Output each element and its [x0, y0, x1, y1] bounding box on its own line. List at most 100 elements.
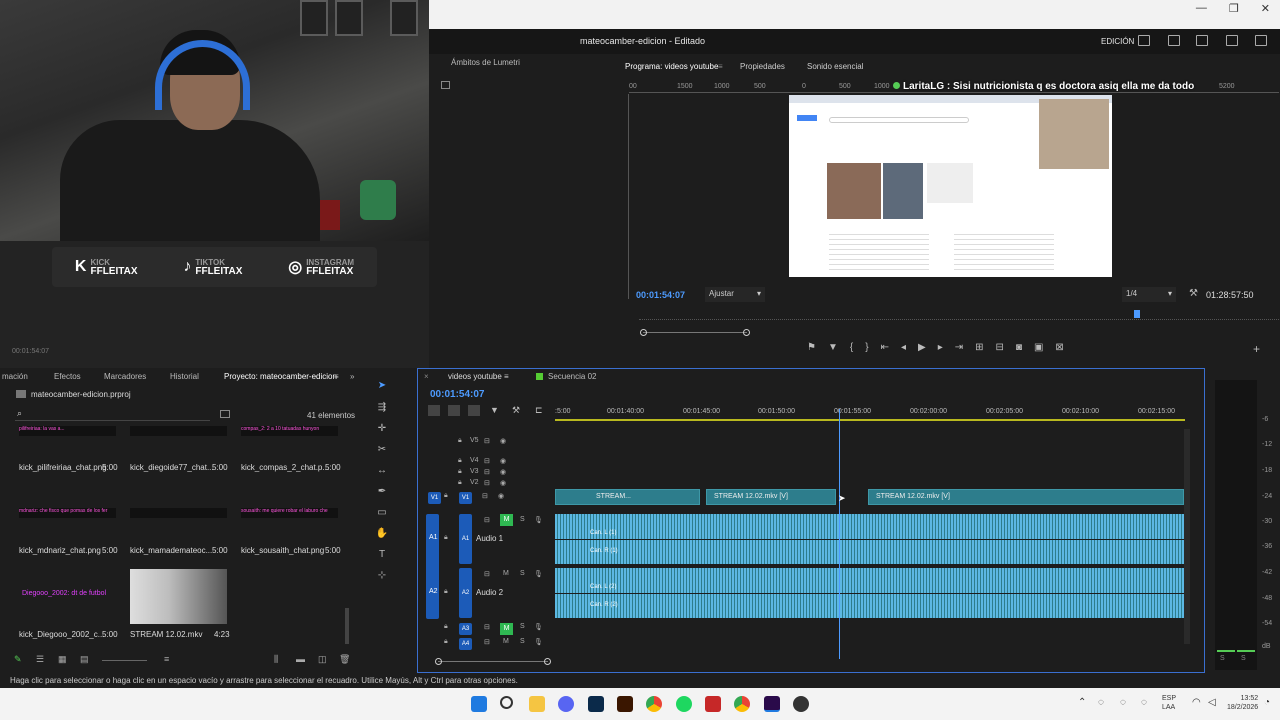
premiere-icon[interactable] [764, 696, 780, 712]
lock-icon[interactable]: 🔒︎ [444, 623, 448, 631]
go-to-in-icon[interactable]: ⇤ [881, 342, 889, 353]
sync-icon[interactable]: ⊟ [484, 623, 490, 631]
export-frame-icon[interactable]: ◙ [1016, 342, 1022, 353]
sync-icon[interactable]: ⊟ [484, 516, 490, 524]
wrench-icon[interactable]: ⚒ [1189, 288, 1198, 299]
timeline-ruler[interactable]: :5:00 00:01:40:00 00:01:45:00 00:01:50:0… [555, 406, 1185, 421]
track-target[interactable]: A4 [459, 638, 472, 650]
tray-icon[interactable]: ◌ [1141, 697, 1147, 708]
type-tool-icon[interactable]: T [375, 549, 389, 563]
track-header-a2[interactable]: A2 🔒︎ A2 ⊟ M S 🎙︎ Audio 2 [426, 568, 554, 618]
freeform-view-icon[interactable]: ▤ [80, 654, 89, 665]
workspace-label[interactable]: EDICIÓN [1101, 37, 1134, 46]
wifi-icon[interactable]: ◠ [1192, 697, 1201, 708]
eye-icon[interactable]: ◉ [498, 492, 504, 500]
lift-icon[interactable]: ⊞ [975, 342, 983, 353]
item-label[interactable]: kick_diegoide77_chat... [130, 463, 214, 472]
audio-clip-a2-right[interactable]: Can. R (2) [555, 594, 1184, 618]
tab-essential-sound[interactable]: Sonido esencial [807, 62, 863, 71]
tab-program[interactable]: Programa: videos youtube [625, 62, 718, 71]
solo-button[interactable]: S [520, 638, 525, 645]
menu-icon[interactable]: ≡ [504, 372, 509, 381]
sort-icon[interactable]: ≡ [164, 654, 169, 664]
timeline-playhead[interactable] [839, 409, 840, 659]
track-target[interactable]: A3 [459, 623, 472, 635]
video-clip[interactable]: STREAM 12.02.mkv [V] [868, 489, 1184, 505]
wrench-icon[interactable]: ⚒ [512, 405, 520, 416]
chat-thumbnail[interactable]: pilifreiriaa: la vas a... [19, 426, 116, 436]
item-label[interactable]: kick_mamademateoc... [130, 546, 212, 555]
source-patch-v1[interactable]: V1 [428, 492, 441, 504]
eye-icon[interactable]: ◉ [500, 437, 506, 445]
eye-icon[interactable]: ◉ [500, 468, 506, 476]
mic-icon[interactable]: 🎙︎ [534, 638, 543, 646]
new-bin-icon[interactable]: ▬ [296, 654, 305, 664]
vertical-scrollbar[interactable] [1184, 429, 1190, 644]
trash-icon[interactable]: 🗑 [339, 654, 350, 665]
settings-icon[interactable]: ⊠ [1055, 342, 1063, 353]
tab-effects[interactable]: Efectos [54, 372, 81, 381]
resolution-select[interactable]: 1/4 ▾ [1122, 287, 1176, 302]
project-search-input[interactable]: ⌕ [15, 408, 210, 421]
play-icon[interactable]: ▶ [918, 342, 926, 353]
list-view-icon[interactable]: ☰ [36, 654, 44, 665]
scrollbar[interactable] [345, 608, 349, 644]
mic-icon[interactable]: 🎙︎ [534, 570, 543, 578]
share-icon[interactable] [1168, 35, 1180, 46]
eye-icon[interactable]: ◉ [500, 479, 506, 487]
layout-icon[interactable] [1138, 35, 1150, 46]
chat-thumbnail[interactable]: Diegooo_2002: dt de futbol [22, 590, 106, 597]
tab-sequence-02[interactable]: Secuencia 02 [548, 372, 596, 381]
chat-thumbnail[interactable]: sousaith: me quiere robar el laburo che [241, 508, 338, 518]
sync-icon[interactable]: ⊟ [484, 457, 490, 465]
lock-icon[interactable]: 🔒︎ [444, 492, 448, 500]
horizontal-zoom-bar[interactable] [435, 658, 551, 665]
track-target[interactable]: A2 [459, 568, 472, 618]
spotify-icon[interactable] [676, 696, 692, 712]
zoom-handle[interactable] [640, 329, 647, 336]
notification-icon[interactable]: ◔ [1264, 697, 1270, 708]
new-item-icon[interactable]: ◫ [318, 654, 327, 665]
tab-markers[interactable]: Marcadores [104, 372, 146, 381]
mute-button[interactable]: M [500, 623, 513, 635]
tab-project[interactable]: Proyecto: mateocamber-edicion [224, 372, 337, 381]
snap-icon[interactable] [448, 405, 460, 416]
chrome-icon[interactable] [646, 696, 662, 712]
tab-properties[interactable]: Propiedades [740, 62, 785, 71]
program-video-frame[interactable] [789, 95, 1112, 277]
minimize-button[interactable]: — [1196, 2, 1207, 15]
track-header-a3[interactable]: 🔒︎ A3 ⊟ M S 🎙︎ [426, 623, 554, 637]
timeline-timecode[interactable]: 00:01:54:07 [430, 389, 484, 400]
zoom-bar[interactable] [640, 329, 750, 336]
mute-button[interactable]: M [503, 638, 509, 645]
search-icon[interactable] [1226, 35, 1238, 46]
tab-sequence-videos-youtube[interactable]: videos youtube [448, 372, 502, 381]
sync-icon[interactable]: ⊟ [484, 479, 490, 487]
zoom-handle[interactable] [544, 658, 551, 665]
razor-tool-icon[interactable]: ✂ [375, 444, 389, 458]
illustrator-icon[interactable] [617, 696, 633, 712]
lock-icon[interactable]: 🔒︎ [458, 479, 462, 487]
monitor-scrubber[interactable] [639, 310, 1279, 320]
nest-icon[interactable] [428, 405, 440, 416]
track-select-tool-icon[interactable]: ⇶ [375, 402, 389, 416]
track-header-a1[interactable]: A1 🔒︎ A1 ⊟ M S 🎙︎ Audio 1 [426, 514, 554, 564]
item-label[interactable]: kick_compas_2_chat.p... [241, 463, 329, 472]
lock-icon[interactable]: 🔒︎ [444, 588, 448, 596]
mute-button[interactable]: M [503, 570, 509, 577]
sync-icon[interactable]: ⊟ [484, 638, 490, 646]
step-back-icon[interactable]: ◂ [901, 342, 906, 353]
new-bin-icon[interactable] [220, 410, 230, 418]
tray-icon[interactable]: ◌ [1120, 697, 1126, 708]
scrubber-playhead[interactable] [1134, 310, 1140, 318]
lock-icon[interactable]: 🔒︎ [458, 437, 462, 445]
pencil-icon[interactable]: ✎ [14, 654, 22, 665]
audio-clip-a1-right[interactable]: Can. R (1) [555, 540, 1184, 564]
zoom-handle[interactable] [743, 329, 750, 336]
chrome-alt-icon[interactable] [734, 696, 750, 712]
track-target[interactable]: A1 [459, 514, 472, 564]
rectangle-tool-icon[interactable]: ▭ [375, 507, 389, 521]
search-icon[interactable] [500, 696, 513, 709]
video-clip[interactable]: STREAM 12.02.mkv [V] [706, 489, 836, 505]
discord-icon[interactable] [558, 696, 574, 712]
